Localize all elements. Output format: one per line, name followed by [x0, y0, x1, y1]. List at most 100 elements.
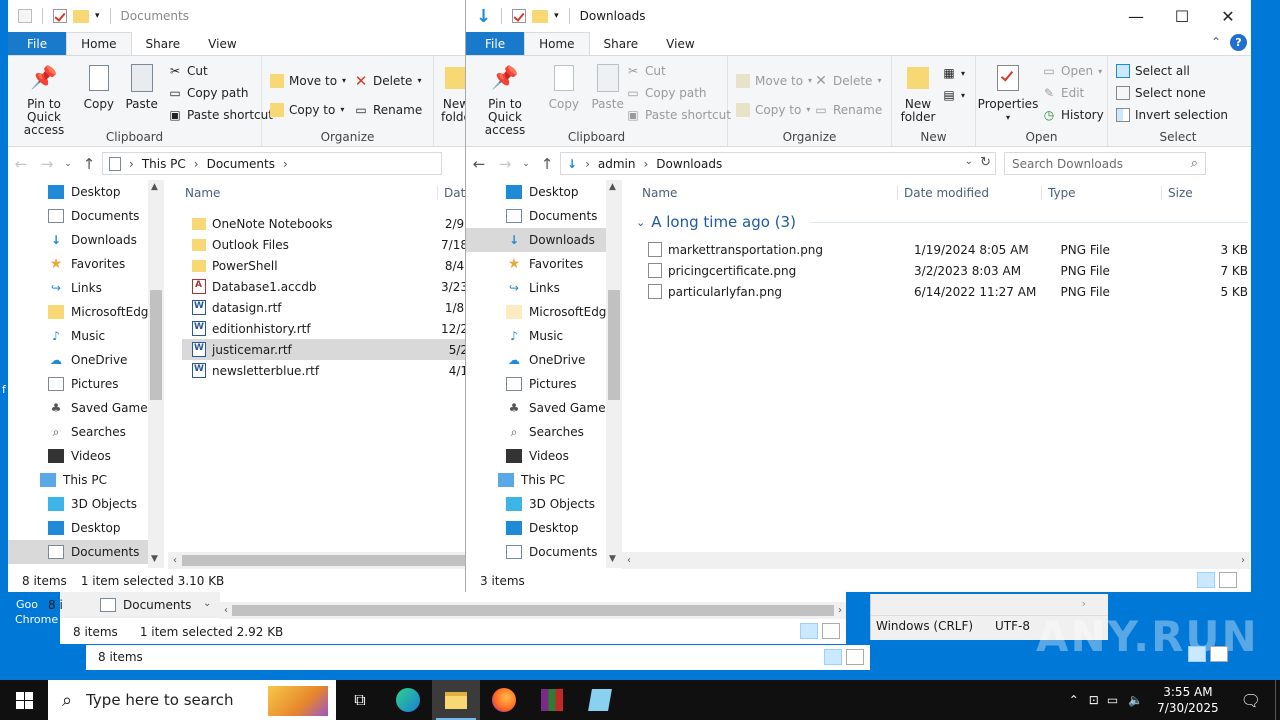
horizontal-scrollbar[interactable]: ‹: [168, 552, 468, 569]
edit-button[interactable]: ✎ Edit: [1042, 82, 1104, 104]
pin-to-quick-access-button[interactable]: 📌 Pin to Quick access: [470, 60, 540, 139]
nav-item-this-pc[interactable]: This PC: [466, 468, 606, 492]
nav-item-pictures[interactable]: Pictures: [466, 372, 606, 396]
title-bar[interactable]: ↓ ▾ Downloads — ☐ ✕: [466, 0, 1251, 32]
copy-path-button[interactable]: ▭ Copy path: [168, 82, 273, 104]
desktop-icon-label-partial[interactable]: Goo: [16, 598, 38, 612]
close-button[interactable]: ✕: [1205, 0, 1251, 32]
open-button[interactable]: ▭ Open ▾: [1042, 60, 1104, 82]
minimize-button[interactable]: —: [1113, 0, 1159, 32]
properties-quick-icon[interactable]: [512, 9, 527, 23]
nav-item-videos[interactable]: Videos: [8, 444, 148, 468]
group-header[interactable]: ⌄ A long time ago (3): [636, 205, 1248, 239]
refresh-icon[interactable]: ↻: [980, 155, 991, 170]
nav-item-saved-games[interactable]: ♣ Saved Games: [8, 396, 148, 420]
file-row[interactable]: justicemar.rtf 5/2: [182, 339, 468, 360]
properties-quick-icon[interactable]: [53, 9, 67, 23]
file-row[interactable]: datasign.rtf 1/8,: [182, 297, 468, 318]
file-row[interactable]: PowerShell 8/4,: [182, 255, 468, 276]
column-header-size[interactable]: Size: [1162, 186, 1240, 200]
column-header-name[interactable]: Name: [636, 185, 898, 200]
collapse-group-chevron-icon[interactable]: ⌄: [636, 216, 645, 229]
clock[interactable]: 3:55 AM 7/30/2025: [1149, 684, 1227, 716]
breadcrumb[interactable]: ↓ › admin › Downloads ⌄ ↻: [560, 152, 996, 175]
nav-vertical-scrollbar[interactable]: ▲ ▼: [606, 180, 622, 568]
up-arrow-icon[interactable]: ↑: [534, 155, 560, 173]
title-bar[interactable]: ▾ Documents: [8, 0, 468, 32]
nav-item-this-pc[interactable]: This PC: [8, 468, 148, 492]
column-header-type[interactable]: Type: [1042, 185, 1162, 200]
details-view-icon[interactable]: [800, 623, 818, 639]
large-icons-view-icon[interactable]: [846, 649, 864, 665]
nav-item-desktop[interactable]: Desktop: [466, 180, 606, 204]
file-row[interactable]: Outlook Files 7/18: [182, 234, 468, 255]
nav-item-links[interactable]: ↪ Links: [466, 276, 606, 300]
tab-share[interactable]: Share: [590, 32, 653, 55]
scroll-right-arrow-icon[interactable]: ›: [1082, 597, 1086, 610]
column-header-name[interactable]: Name: [182, 185, 438, 200]
cut-button[interactable]: ✂ Cut: [168, 60, 273, 82]
start-button[interactable]: [0, 680, 48, 720]
nav-item-pictures[interactable]: Pictures: [8, 372, 148, 396]
scroll-right-arrow-icon[interactable]: ›: [1236, 555, 1250, 566]
scroll-down-arrow-icon[interactable]: ▼: [151, 554, 158, 564]
large-icons-view-icon[interactable]: [822, 623, 840, 639]
tab-share[interactable]: Share: [132, 32, 195, 55]
select-all-button[interactable]: Select all: [1116, 60, 1228, 82]
notifications-icon[interactable]: 🗨: [1227, 691, 1275, 710]
taskbar-winrar[interactable]: [528, 680, 576, 720]
nav-item-downloads[interactable]: ↓ Downloads: [466, 228, 606, 252]
cut-button[interactable]: ✂ Cut: [626, 60, 731, 82]
help-icon[interactable]: ?: [1230, 34, 1247, 51]
file-row[interactable]: markettransportation.png 1/19/2024 8:05 A…: [636, 239, 1248, 260]
file-row[interactable]: pricingcertificate.png 3/2/2023 8:03 AM PN…: [636, 260, 1248, 281]
forward-arrow-icon[interactable]: →: [34, 155, 60, 173]
paste-button[interactable]: Paste: [588, 60, 628, 113]
history-button[interactable]: ◷ History: [1042, 104, 1104, 126]
delete-button[interactable]: ✕ Delete ▾: [354, 66, 422, 95]
nav-item-favorites[interactable]: ★ Favorites: [466, 252, 606, 276]
nav-item-desktop[interactable]: Desktop: [8, 180, 148, 204]
nav-item-desktop-2[interactable]: Desktop: [8, 516, 148, 540]
scroll-up-arrow-icon[interactable]: ▲: [609, 182, 616, 192]
easy-access-button[interactable]: ▤ ▾: [942, 84, 965, 106]
forward-arrow-icon[interactable]: →: [492, 155, 518, 173]
nav-item-searches[interactable]: ⌕ Searches: [466, 420, 606, 444]
taskbar-firefox[interactable]: [480, 680, 528, 720]
desktop-icon-label-chrome[interactable]: Chrome: [15, 613, 58, 627]
maximize-button[interactable]: ☐: [1159, 0, 1205, 32]
breadcrumb[interactable]: › This PC › Documents ›: [102, 152, 442, 175]
file-row[interactable]: newsletterblue.rtf 4/1: [182, 360, 468, 381]
back-arrow-icon[interactable]: ←: [8, 155, 34, 173]
nav-item-music[interactable]: ♪ Music: [466, 324, 606, 348]
customize-quick-access-chevron-icon[interactable]: ▾: [95, 11, 100, 21]
nav-item-documents[interactable]: Documents: [466, 204, 606, 228]
rename-button[interactable]: ▭ Rename: [354, 95, 422, 124]
search-input[interactable]: Search Downloads ⌕: [1004, 152, 1206, 175]
paste-shortcut-button[interactable]: ▣ Paste shortcut: [626, 104, 731, 126]
new-item-button[interactable]: ▦ ▾: [942, 62, 965, 84]
large-icons-view-icon[interactable]: [1210, 646, 1228, 662]
new-folder-quick-icon[interactable]: [532, 9, 549, 23]
network-icon[interactable]: ▭: [1103, 693, 1122, 707]
nav-item-downloads[interactable]: ↓ Downloads: [8, 228, 148, 252]
copy-button[interactable]: Copy: [544, 60, 584, 113]
breadcrumb-admin[interactable]: admin: [598, 157, 636, 171]
invert-selection-button[interactable]: Invert selection: [1116, 104, 1228, 126]
details-view-icon[interactable]: [824, 649, 842, 665]
scroll-up-arrow-icon[interactable]: ▲: [151, 182, 158, 192]
rename-button[interactable]: ▭ Rename: [814, 95, 882, 124]
move-to-button[interactable]: Move to ▾: [270, 66, 346, 95]
taskbar-search-box[interactable]: ⌕ Type here to search: [48, 680, 336, 720]
new-folder-button[interactable]: New folde: [438, 60, 468, 126]
nav-item-documents-2[interactable]: Documents: [466, 540, 606, 564]
nav-item-documents[interactable]: Documents: [8, 204, 148, 228]
show-desktop-button[interactable]: [1275, 680, 1280, 720]
tab-view[interactable]: View: [194, 32, 250, 55]
nav-item-music[interactable]: ♪ Music: [8, 324, 148, 348]
horizontal-scrollbar[interactable]: ‹ ›: [220, 602, 846, 619]
back-arrow-icon[interactable]: ←: [466, 155, 492, 173]
large-icons-view-icon[interactable]: [1219, 572, 1237, 588]
select-none-button[interactable]: Select none: [1116, 82, 1228, 104]
taskbar-edge[interactable]: [384, 680, 432, 720]
